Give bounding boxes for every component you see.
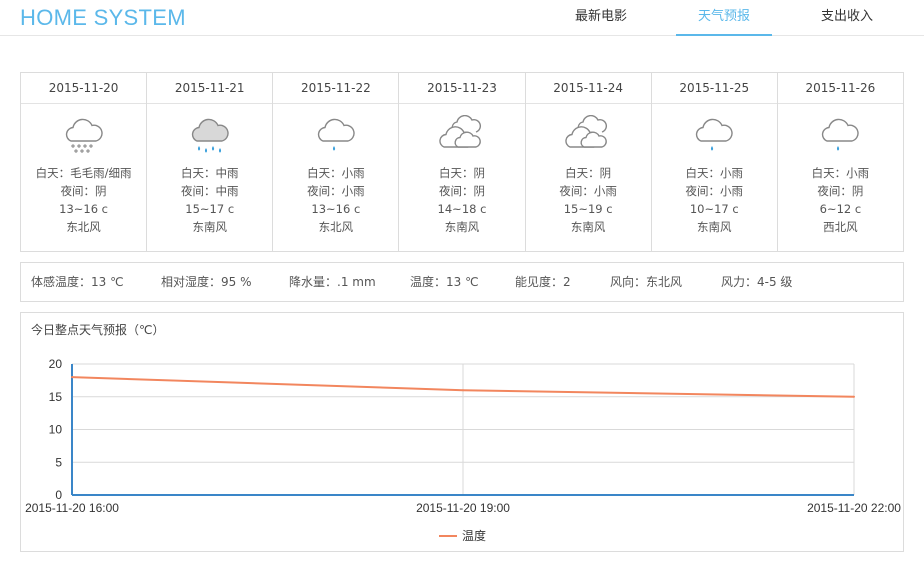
stat-feels-like: 体感温度：13 ℃ bbox=[31, 275, 124, 289]
forecast-day-3: 2015-11-22 白天：小雨夜间：小雨 13~16 c 东北风 bbox=[273, 73, 400, 251]
forecast-date: 2015-11-24 bbox=[525, 73, 651, 104]
forecast-day-4: 2015-11-23 白天：阴夜间：阴 14~18 c 东南风 bbox=[399, 73, 526, 251]
forecast-wind: 西北风 bbox=[823, 220, 858, 234]
forecast-day-weather: 白天：中雨 bbox=[180, 166, 239, 180]
stat-humidity: 相对湿度：95 % bbox=[161, 275, 252, 289]
stat-wind-direction: 风向：东北风 bbox=[610, 275, 683, 289]
forecast-wind: 东南风 bbox=[697, 220, 732, 234]
app-logo[interactable]: HOME SYSTEM bbox=[20, 5, 186, 31]
forecast-day-weather: 白天：阴 bbox=[565, 166, 612, 180]
y-tick-label: 10 bbox=[49, 423, 63, 437]
forecast-night-weather: 夜间：小雨 bbox=[307, 184, 365, 198]
y-tick-label: 15 bbox=[49, 390, 63, 404]
forecast-day-weather: 白天：毛毛雨/细雨 bbox=[35, 166, 132, 180]
forecast-day-5: 2015-11-24 白天：阴夜间：小雨 15~19 c 东南风 bbox=[525, 73, 652, 251]
nav-item-movies[interactable]: 最新电影 bbox=[553, 0, 649, 36]
nav-item-weather[interactable]: 天气预报 bbox=[676, 0, 772, 36]
forecast-wind: 东南风 bbox=[570, 220, 606, 234]
stat-wind-force: 风力：4-5 级 bbox=[721, 275, 793, 289]
stat-precipitation: 降水量：.1 mm bbox=[289, 275, 376, 289]
y-tick-label: 5 bbox=[55, 455, 62, 469]
nav-item-finance[interactable]: 支出收入 bbox=[799, 0, 895, 36]
overcast-icon bbox=[526, 104, 651, 164]
forecast-wind: 东北风 bbox=[66, 220, 101, 234]
forecast-wind: 东南风 bbox=[444, 220, 480, 234]
forecast-wind: 东南风 bbox=[192, 220, 227, 234]
light-rain-icon bbox=[273, 104, 398, 164]
forecast-temp-range: 13~16 c bbox=[311, 202, 361, 216]
legend-label[interactable]: 温度 bbox=[462, 528, 486, 543]
stat-visibility: 能见度：2 bbox=[515, 275, 571, 289]
forecast-temp-range: 6~12 c bbox=[819, 202, 862, 216]
forecast-day-weather: 白天：小雨 bbox=[307, 166, 365, 180]
y-tick-label: 20 bbox=[49, 357, 63, 371]
forecast-temp-range: 15~19 c bbox=[563, 202, 613, 216]
forecast-day-2: 2015-11-21 白天：中雨夜间：中雨 15~17 c 东南风 bbox=[147, 73, 274, 251]
forecast-date: 2015-11-23 bbox=[399, 73, 525, 104]
forecast-temp-range: 10~17 c bbox=[689, 202, 739, 216]
data-point[interactable] bbox=[462, 389, 464, 392]
forecast-date: 2015-11-20 bbox=[21, 73, 147, 104]
forecast-day-6: 2015-11-25 白天：小雨夜间：小雨 10~17 c 东南风 bbox=[651, 73, 778, 251]
data-point[interactable] bbox=[71, 376, 73, 379]
forecast-night-weather: 夜间：小雨 bbox=[559, 184, 617, 198]
forecast-day-weather: 白天：阴 bbox=[438, 166, 485, 180]
light-rain-icon bbox=[778, 104, 903, 164]
forecast-date: 2015-11-25 bbox=[651, 73, 777, 104]
x-tick-label: 2015-11-20 16:00 bbox=[25, 501, 119, 515]
rain-icon bbox=[147, 104, 272, 164]
forecast-wind: 东北风 bbox=[318, 220, 354, 234]
light-rain-icon bbox=[652, 104, 777, 164]
forecast-temp-range: 15~17 c bbox=[185, 202, 235, 216]
forecast-night-weather: 夜间：小雨 bbox=[685, 184, 744, 198]
forecast-date: 2015-11-26 bbox=[777, 73, 903, 104]
forecast-night-weather: 夜间：阴 bbox=[60, 184, 107, 198]
drizzle-icon bbox=[21, 104, 146, 164]
forecast-night-weather: 夜间：阴 bbox=[817, 184, 864, 198]
hourly-temperature-chart: 0 5 10 15 20 2015-11-20 16:00 2015-11-20 19:00… bbox=[25, 357, 901, 543]
hourly-chart-panel: 今日整点天气预报（℃） 0 5 10 15 20 2015-11-20 16:00 2015… bbox=[20, 312, 904, 552]
forecast-temp-range: 13~16 c bbox=[59, 202, 109, 216]
forecast-day-weather: 白天：小雨 bbox=[811, 166, 870, 180]
stat-temperature: 温度：13 ℃ bbox=[410, 275, 479, 289]
overcast-icon bbox=[399, 104, 524, 164]
forecast-panel: 2015-11-20 白天：毛毛雨/细雨 夜间：阴 13~16 c 东北风 2015-11… bbox=[20, 72, 904, 252]
forecast-day-1: 2015-11-20 白天：毛毛雨/细雨 夜间：阴 13~16 c 东北风 bbox=[21, 73, 148, 251]
forecast-day-weather: 白天：小雨 bbox=[685, 166, 744, 180]
forecast-day-7: 2015-11-26 白天：小雨夜间：阴 6~12 c 西北风 bbox=[777, 73, 903, 251]
top-bar: HOME SYSTEM 最新电影 天气预报 支出收入 bbox=[0, 0, 924, 36]
x-tick-label: 2015-11-20 19:00 bbox=[416, 501, 510, 515]
forecast-night-weather: 夜间：中雨 bbox=[180, 184, 239, 198]
data-point[interactable] bbox=[853, 395, 855, 398]
forecast-temp-range: 14~18 c bbox=[437, 202, 487, 216]
x-tick-label: 2015-11-20 22:00 bbox=[807, 501, 901, 515]
forecast-date: 2015-11-21 bbox=[147, 73, 273, 104]
forecast-night-weather: 夜间：阴 bbox=[438, 184, 485, 198]
y-tick-label: 0 bbox=[55, 488, 62, 502]
current-stats-bar: 体感温度：13 ℃ 相对湿度：95 % 降水量：.1 mm 温度：13 ℃ 能见… bbox=[20, 262, 904, 302]
forecast-date: 2015-11-22 bbox=[273, 73, 399, 104]
